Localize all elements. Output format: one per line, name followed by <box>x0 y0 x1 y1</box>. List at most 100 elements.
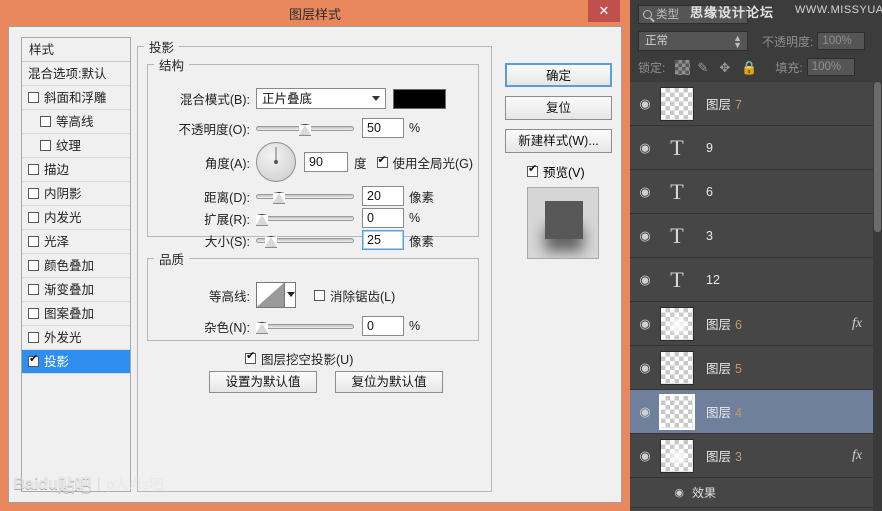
spread-row: 扩展(R): 0 % <box>158 208 420 228</box>
preview-checkbox[interactable] <box>527 163 538 177</box>
styles-item-checkbox[interactable] <box>40 116 51 127</box>
layer-row[interactable]: ◉图层6fx▾ <box>630 302 882 346</box>
eye-icon[interactable]: ◉ <box>630 272 660 288</box>
opacity-input[interactable]: 50 <box>362 118 404 138</box>
spread-slider-thumb[interactable] <box>256 214 268 225</box>
noise-slider[interactable] <box>256 318 354 334</box>
layer-thumbnail[interactable] <box>659 393 695 430</box>
spread-slider[interactable] <box>256 210 354 226</box>
styles-item-0[interactable]: 斜面和浮雕 <box>22 86 130 110</box>
noise-slider-thumb[interactable] <box>256 322 268 333</box>
layer-name-number: 3 <box>735 450 742 464</box>
lock-transparent-pixels-icon[interactable] <box>675 59 691 75</box>
layer-thumbnail[interactable] <box>660 350 694 385</box>
styles-item-checkbox[interactable] <box>40 140 51 151</box>
eye-icon[interactable]: ◉ <box>630 140 660 156</box>
layer-row[interactable]: ◉ T 9 <box>630 126 882 170</box>
reset-default-button[interactable]: 复位为默认值 <box>335 371 443 393</box>
panel-opacity-input[interactable]: 100% <box>817 32 866 50</box>
layer-thumbnail[interactable] <box>660 306 694 341</box>
styles-item-4[interactable]: 内阴影 <box>22 182 130 206</box>
distance-slider[interactable] <box>256 188 354 204</box>
eye-icon[interactable]: ◉ <box>630 448 660 464</box>
distance-input[interactable]: 20 <box>362 186 404 206</box>
layer-name-text: 图层 <box>706 450 732 464</box>
angle-dial[interactable] <box>256 142 296 182</box>
eye-icon[interactable]: ◉ <box>630 96 660 112</box>
size-slider[interactable] <box>256 232 354 248</box>
blend-mode-select[interactable]: 正片叠底 <box>256 88 386 109</box>
eye-icon[interactable]: ◉ <box>630 316 660 332</box>
layer-row[interactable]: ◉图层3fx▴ <box>630 434 882 478</box>
opacity-slider-thumb[interactable] <box>299 124 311 135</box>
styles-item-1[interactable]: 等高线 <box>22 110 130 134</box>
layer-thumbnail[interactable] <box>660 86 694 121</box>
layer-effects-header[interactable]: ◉ 效果 <box>630 478 882 508</box>
eye-icon[interactable]: ◉ <box>630 228 660 244</box>
styles-item-5[interactable]: 内发光 <box>22 206 130 230</box>
panel-blend-mode-select[interactable]: 正常 ▲ ▼ <box>638 31 748 51</box>
styles-item-11[interactable]: 投影 <box>22 350 130 374</box>
layer-effects-icon[interactable]: fx <box>844 448 870 464</box>
styles-item-checkbox[interactable] <box>28 332 39 343</box>
styles-item-checkbox[interactable] <box>28 308 39 319</box>
layer-row[interactable]: ◉ T 3 <box>630 214 882 258</box>
ok-button[interactable]: 确定 <box>505 63 612 87</box>
close-button[interactable]: ✕ <box>588 0 620 22</box>
styles-item-10[interactable]: 外发光 <box>22 326 130 350</box>
size-slider-thumb[interactable] <box>264 236 277 247</box>
styles-item-checkbox[interactable] <box>28 212 39 223</box>
styles-item-2[interactable]: 纹理 <box>22 134 130 158</box>
layer-thumbnail[interactable] <box>660 438 694 473</box>
styles-item-checkbox[interactable] <box>28 164 39 175</box>
spread-input[interactable]: 0 <box>362 208 404 228</box>
lock-position-icon[interactable]: ✥ <box>719 60 734 75</box>
lock-image-pixels-icon[interactable]: ✎ <box>697 60 712 75</box>
eye-icon[interactable]: ◉ <box>630 184 660 200</box>
knockout-checkbox[interactable] <box>245 350 256 364</box>
antialias-checkbox[interactable] <box>314 289 325 301</box>
styles-item-blending-options[interactable]: 混合选项:默认 <box>22 62 130 86</box>
layer-row[interactable]: ◉ 图层 5 <box>630 346 882 390</box>
layer-row[interactable]: ◉ T 6 <box>630 170 882 214</box>
set-default-button[interactable]: 设置为默认值 <box>209 371 317 393</box>
reset-button[interactable]: 复位 <box>505 96 612 120</box>
lock-all-icon[interactable]: 🔒 <box>741 60 757 75</box>
fill-input[interactable]: 100% <box>806 58 855 76</box>
styles-item-6[interactable]: 光泽 <box>22 230 130 254</box>
noise-input[interactable]: 0 <box>362 316 404 336</box>
layers-scrollbar-thumb[interactable] <box>874 82 881 232</box>
layer-name: 图层 5 <box>706 358 882 377</box>
styles-item-7[interactable]: 颜色叠加 <box>22 254 130 278</box>
layer-name-text: 12 <box>706 272 720 287</box>
opacity-slider[interactable] <box>256 120 354 136</box>
layers-scrollbar[interactable] <box>873 82 882 511</box>
styles-item-checkbox[interactable] <box>28 284 39 295</box>
layer-row[interactable]: ◉ 图层 4 <box>630 390 882 434</box>
structure-group: 结构 混合模式(B): 正片叠底 不透明度(O): 50 % 角度(A): 90… <box>147 55 479 250</box>
styles-item-8[interactable]: 渐变叠加 <box>22 278 130 302</box>
layer-effects-icon[interactable]: fx <box>844 316 870 332</box>
styles-item-checkbox[interactable] <box>28 236 39 247</box>
size-input[interactable]: 25 <box>362 230 404 250</box>
styles-item-3[interactable]: 描边 <box>22 158 130 182</box>
layer-row[interactable]: ◉ 图层 7 <box>630 82 882 126</box>
noise-label: 杂色(N): <box>204 320 250 335</box>
layer-row[interactable]: ◉ T 12 <box>630 258 882 302</box>
shadow-color-swatch[interactable] <box>393 88 446 109</box>
styles-item-checkbox[interactable] <box>28 92 39 103</box>
new-style-button[interactable]: 新建样式(W)... <box>505 129 612 153</box>
styles-item-checkbox[interactable] <box>28 188 39 199</box>
styles-item-checkbox[interactable] <box>28 353 39 367</box>
contour-preset-select[interactable] <box>256 282 296 308</box>
opacity-label: 不透明度(O): <box>178 122 250 137</box>
chevron-down-icon[interactable] <box>283 283 295 307</box>
eye-icon[interactable]: ◉ <box>630 486 692 499</box>
eye-icon[interactable]: ◉ <box>630 404 660 420</box>
global-light-checkbox[interactable] <box>376 154 388 168</box>
styles-item-checkbox[interactable] <box>28 260 39 271</box>
eye-icon[interactable]: ◉ <box>630 360 660 376</box>
distance-slider-thumb[interactable] <box>273 192 286 203</box>
angle-input[interactable]: 90 <box>304 152 348 172</box>
styles-item-9[interactable]: 图案叠加 <box>22 302 130 326</box>
